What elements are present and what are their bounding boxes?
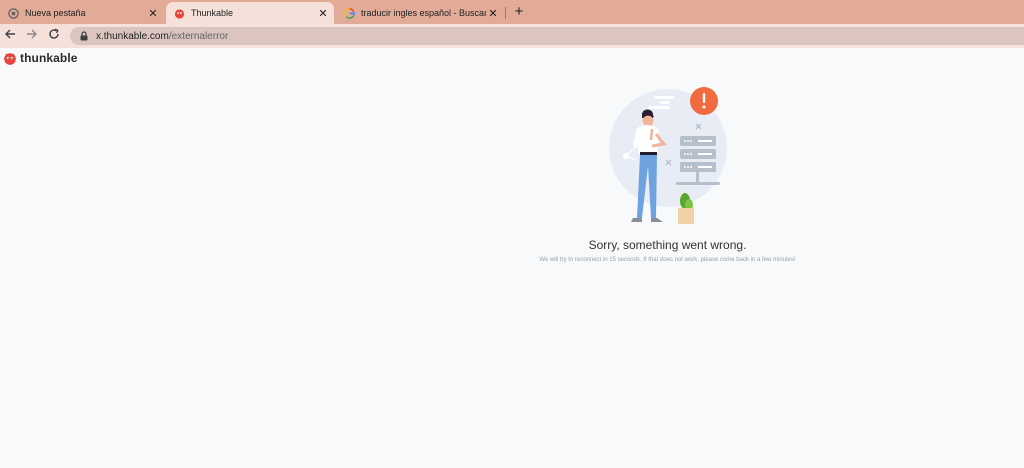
reload-icon — [49, 28, 59, 39]
thunkable-icon — [174, 8, 185, 19]
error-message: We will try to reconnect in 15 seconds. … — [539, 257, 796, 263]
close-icon[interactable]: ✕ — [486, 7, 500, 20]
browser-toolbar: x.thunkable.com/externalerror — [0, 24, 1024, 48]
tab-title: Nueva pestaña — [25, 8, 86, 18]
thunkable-logo[interactable]: thunkable — [3, 51, 78, 65]
close-icon[interactable]: ✕ — [146, 7, 160, 20]
brand-name: thunkable — [20, 51, 78, 65]
forward-button[interactable] — [23, 26, 41, 46]
reload-button[interactable] — [45, 26, 63, 46]
chrome-icon — [8, 7, 19, 19]
lock-icon — [80, 31, 88, 41]
tab-separator — [505, 7, 506, 19]
address-bar[interactable]: x.thunkable.com/externalerror — [70, 27, 1024, 45]
tab-thunkable[interactable]: Thunkable ✕ — [166, 2, 334, 24]
tab-title: traducir ingles español - Buscar c — [361, 8, 486, 18]
new-tab-button[interactable]: + — [510, 2, 528, 22]
arrow-left-icon — [5, 29, 15, 39]
url-text: x.thunkable.com/externalerror — [96, 31, 228, 42]
tab-nueva-pestana[interactable]: Nueva pestaña ✕ — [0, 2, 164, 24]
error-title: Sorry, something went wrong. — [588, 238, 747, 252]
tab-strip: Nueva pestaña ✕ Thunkable ✕ traducir ing… — [0, 0, 1024, 24]
url-host: x.thunkable.com — [96, 30, 169, 42]
tab-google-search[interactable]: traducir ingles español - Buscar c ✕ — [336, 2, 504, 24]
back-button[interactable] — [1, 26, 19, 46]
error-illustration — [609, 87, 727, 224]
thunkable-mascot-icon — [4, 52, 16, 65]
close-icon[interactable]: ✕ — [316, 7, 330, 20]
alert-icon — [690, 87, 718, 115]
url-path: /externalerror — [168, 30, 229, 42]
tab-title: Thunkable — [191, 8, 234, 18]
arrow-right-icon — [27, 29, 37, 39]
google-icon — [344, 7, 355, 19]
